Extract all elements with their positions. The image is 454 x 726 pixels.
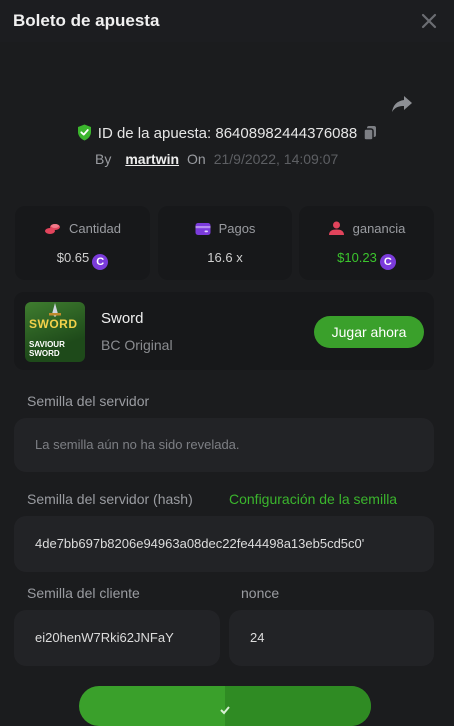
- client-seed-field[interactable]: ei20henW7Rki62JNFaY: [14, 610, 220, 666]
- modal-header: Boleto de apuesta: [0, 0, 454, 42]
- seed-settings-link[interactable]: Configuración de la semilla: [229, 491, 397, 507]
- stat-amount: Cantidad $0.65 C: [15, 206, 150, 280]
- bet-meta-row: By martwin On 21/9/2022, 14:09:07: [95, 151, 338, 167]
- stat-label: Pagos: [218, 221, 256, 236]
- currency-coin-icon: C: [92, 254, 109, 270]
- thumb-subtitle: SAVIOUR SWORD: [29, 340, 65, 358]
- shield-check-icon: [77, 124, 91, 141]
- stat-value: 16.6 x: [207, 250, 243, 265]
- by-label: By: [95, 151, 112, 167]
- bet-id-row: ID de la apuesta: 86408982444376088: [0, 124, 454, 142]
- currency-coin-icon: C: [379, 254, 396, 270]
- share-icon[interactable]: [391, 94, 413, 114]
- stat-value: $10.23: [337, 250, 377, 265]
- thumb-title: SWORD: [29, 317, 78, 331]
- coins-icon: [44, 224, 60, 234]
- on-label: On: [187, 151, 206, 167]
- modal-title: Boleto de apuesta: [13, 11, 160, 30]
- game-card: SWORD SAVIOUR SWORD Sword BC Original Ju…: [14, 292, 434, 370]
- sword-icon: [49, 303, 61, 317]
- nonce-field[interactable]: 24: [229, 610, 434, 666]
- stat-value: $0.65: [56, 250, 90, 265]
- game-provider: BC Original: [101, 337, 173, 353]
- copy-icon[interactable]: [363, 125, 377, 141]
- server-seed-label: Semilla del servidor: [27, 393, 150, 409]
- server-seed-field[interactable]: La semilla aún no ha sido revelada.: [14, 418, 434, 472]
- play-now-button[interactable]: Jugar ahora: [314, 316, 424, 348]
- nonce-label: nonce: [241, 585, 280, 601]
- stat-label: Cantidad: [68, 221, 122, 236]
- bet-id-label: ID de la apuesta:: [97, 125, 212, 142]
- verify-button[interactable]: [79, 686, 371, 726]
- username-link[interactable]: martwin: [125, 151, 179, 167]
- verify-icon: [220, 706, 230, 715]
- stat-label: ganancia: [352, 221, 406, 236]
- profit-icon: [328, 221, 344, 235]
- bet-date: 21/9/2022, 14:09:07: [213, 151, 339, 167]
- bet-id-value: 86408982444376088: [215, 125, 358, 142]
- stat-profit: ganancia $10.23 C: [299, 206, 434, 280]
- stat-payout: Pagos 16.6 x: [158, 206, 292, 280]
- server-hash-label: Semilla del servidor (hash): [27, 491, 193, 507]
- client-seed-label: Semilla del cliente: [27, 585, 140, 601]
- game-name: Sword: [101, 310, 144, 327]
- game-thumbnail: SWORD SAVIOUR SWORD: [25, 302, 85, 362]
- server-hash-field[interactable]: 4de7bb697b8206e94963a08dec22fe44498a13eb…: [14, 516, 434, 572]
- wallet-icon: [195, 223, 211, 235]
- close-icon[interactable]: [420, 12, 438, 30]
